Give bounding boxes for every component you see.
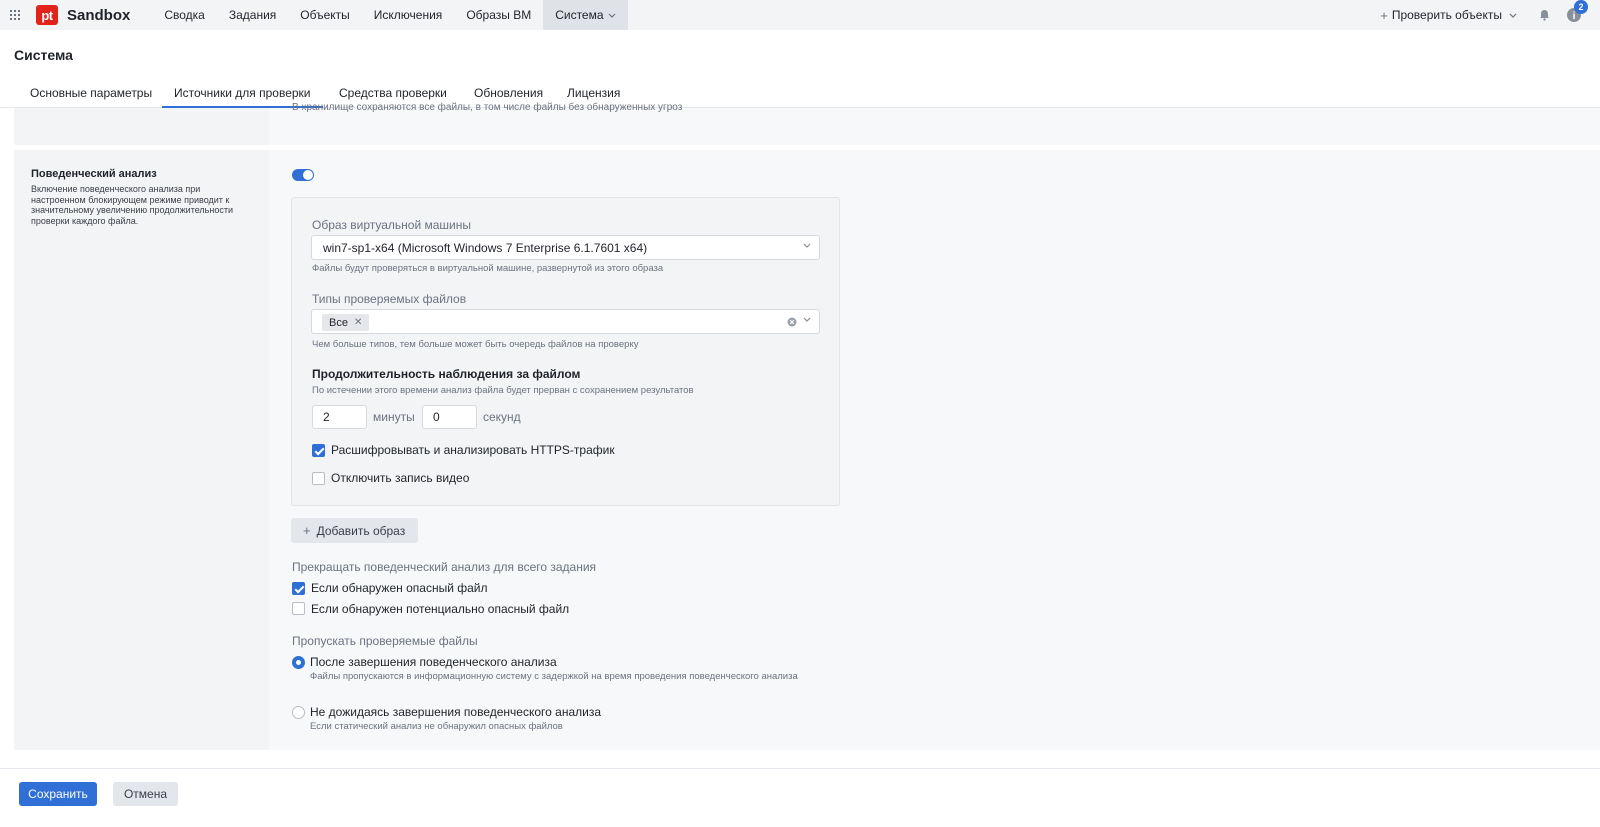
nav-item-system[interactable]: Система <box>543 0 628 30</box>
vm-image-card: Образ виртуальной машины win7-sp1-x64 (M… <box>291 197 840 506</box>
seconds-unit: секунд <box>483 410 521 424</box>
vm-image-select[interactable]: win7-sp1-x64 (Microsoft Windows 7 Enterp… <box>311 235 820 260</box>
skip-after-hint: Файлы пропускаются в информационную сист… <box>310 671 798 682</box>
seconds-input[interactable]: 0 <box>422 405 477 429</box>
svg-text:i: i <box>1573 11 1576 22</box>
stop-analysis-label: Прекращать поведенческий анализ для всег… <box>292 560 597 574</box>
notification-badge: 2 <box>1574 0 1588 14</box>
apps-grid-icon[interactable] <box>6 0 24 30</box>
skip-after-radio[interactable] <box>292 656 305 669</box>
add-image-button[interactable]: + Добавить образ <box>291 518 418 543</box>
https-checkbox[interactable] <box>312 444 325 457</box>
chip-label: Все <box>329 316 348 329</box>
nav-item-objects[interactable]: Объекты <box>288 0 362 30</box>
pt-logo[interactable]: pt <box>36 5 58 25</box>
stop-potential-checkbox[interactable] <box>292 602 305 615</box>
file-types-hint: Чем больше типов, тем больше может быть … <box>312 339 639 350</box>
disable-video-label: Отключить запись видео <box>331 471 470 485</box>
section-title: Поведенческий анализ <box>31 168 157 180</box>
duration-title: Продолжительность наблюдения за файлом <box>312 367 581 381</box>
stop-potential-label: Если обнаружен потенциально опасный файл <box>311 602 570 616</box>
plus-icon: + <box>1380 7 1388 23</box>
minutes-input[interactable]: 2 <box>312 405 367 429</box>
nav-item-system-label: Система <box>555 8 604 22</box>
minutes-unit: минуты <box>373 410 415 424</box>
tab-check-sources[interactable]: Источники для проверки <box>162 86 322 108</box>
file-type-chip: Все ✕ <box>322 314 370 331</box>
chevron-down-icon <box>608 13 615 18</box>
footer-actions: Сохранить Отмена <box>0 768 1600 827</box>
previous-section: В хранилище сохраняются все файлы, в том… <box>14 102 1600 145</box>
vm-image-hint: Файлы будут проверяться в виртуальной ма… <box>312 263 664 274</box>
chevron-down-icon <box>803 317 811 322</box>
plus-icon: + <box>303 523 311 538</box>
chevron-down-icon <box>803 243 811 248</box>
nav-item-exceptions[interactable]: Исключения <box>362 0 455 30</box>
skip-no-wait-label: Не дожидаясь завершения поведенческого а… <box>310 705 602 719</box>
stop-dangerous-label: Если обнаружен опасный файл <box>311 581 488 595</box>
page-title: Система <box>14 47 73 63</box>
save-button[interactable]: Сохранить <box>19 782 97 806</box>
check-objects-label: Проверить объекты <box>1391 8 1502 22</box>
file-types-label: Типы проверяемых файлов <box>312 292 467 306</box>
tab-updates[interactable]: Обновления <box>474 86 543 100</box>
check-objects-button[interactable]: + Проверить объекты <box>1380 8 1517 23</box>
bell-icon[interactable] <box>1539 9 1550 21</box>
behavioral-analysis-section: Поведенческий анализ Включение поведенче… <box>14 150 1600 750</box>
skip-after-label: После завершения поведенческого анализа <box>310 655 557 669</box>
top-navigation: pt Sandbox Сводка Задания Объекты Исключ… <box>0 0 1600 30</box>
skip-files-label: Пропускать проверяемые файлы <box>292 634 478 648</box>
section-description: Включение поведенческого анализа при нас… <box>31 184 233 226</box>
behavioral-analysis-toggle[interactable] <box>292 169 314 181</box>
tab-license[interactable]: Лицензия <box>567 86 620 100</box>
skip-no-wait-hint: Если статический анализ не обнаружил опа… <box>310 721 563 732</box>
tab-main-settings[interactable]: Основные параметры <box>30 86 152 100</box>
vm-image-label: Образ виртуальной машины <box>312 218 472 232</box>
help-button[interactable]: i 2 <box>1566 0 1588 23</box>
tab-check-tools[interactable]: Средства проверки <box>339 86 447 100</box>
chip-remove-icon[interactable]: ✕ <box>354 317 362 328</box>
cancel-button[interactable]: Отмена <box>113 782 178 806</box>
vm-image-value: win7-sp1-x64 (Microsoft Windows 7 Enterp… <box>323 241 648 255</box>
file-types-select[interactable]: Все ✕ <box>311 309 820 334</box>
tab-bar: Основные параметры Источники для проверк… <box>0 80 1600 108</box>
add-image-label: Добавить образ <box>316 523 406 538</box>
duration-hint: По истечении этого времени анализ файла … <box>312 385 694 396</box>
storage-hint: В хранилище сохраняются все файлы, в том… <box>292 102 683 113</box>
skip-no-wait-radio[interactable] <box>292 706 305 719</box>
nav-item-summary[interactable]: Сводка <box>152 0 217 30</box>
nav-item-tasks[interactable]: Задания <box>217 0 288 30</box>
clear-icon[interactable] <box>787 317 797 327</box>
app-name[interactable]: Sandbox <box>67 7 130 24</box>
disable-video-checkbox[interactable] <box>312 472 325 485</box>
stop-dangerous-checkbox[interactable] <box>292 582 305 595</box>
chevron-down-icon <box>1509 13 1517 18</box>
https-label: Расшифровывать и анализировать HTTPS-тра… <box>331 443 615 457</box>
nav-item-vm-images[interactable]: Образы ВМ <box>454 0 543 30</box>
